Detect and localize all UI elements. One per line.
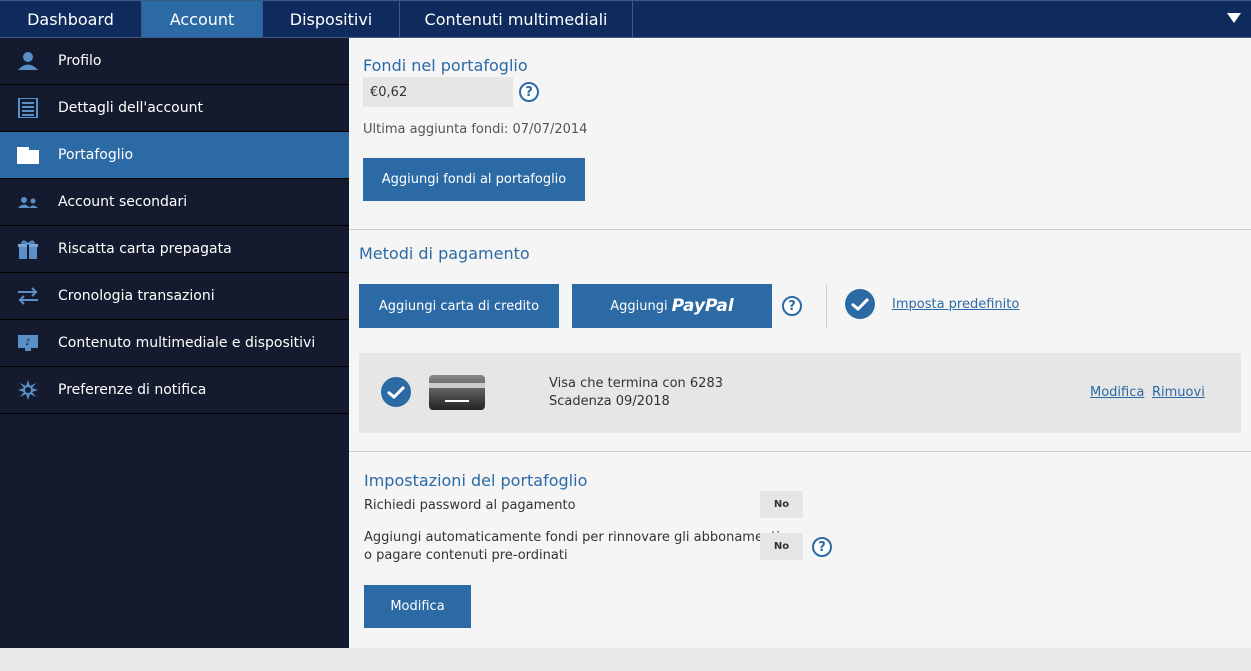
top-navigation: Dashboard Account Dispositivi Contenuti … bbox=[0, 0, 1251, 38]
help-icon[interactable]: ? bbox=[519, 82, 539, 102]
card-expiry: Scadenza 09/2018 bbox=[549, 394, 670, 409]
divider bbox=[826, 284, 827, 328]
sidebar-item-label: Preferenze di notifica bbox=[58, 382, 207, 398]
default-check-icon bbox=[845, 289, 875, 319]
sidebar-item-account-secondari[interactable]: Account secondari bbox=[0, 179, 349, 226]
sidebar-item-label: Dettagli dell'account bbox=[58, 100, 203, 116]
sidebar-item-label: Riscatta carta prepagata bbox=[58, 241, 232, 257]
help-icon[interactable]: ? bbox=[812, 537, 832, 557]
footer bbox=[0, 648, 1251, 671]
autofund-toggle[interactable]: No bbox=[760, 533, 803, 560]
sidebar-item-cronologia[interactable]: Cronologia transazioni bbox=[0, 273, 349, 320]
payment-title: Metodi di pagamento bbox=[359, 244, 530, 263]
divider bbox=[349, 229, 1251, 230]
users-icon bbox=[18, 197, 38, 208]
sidebar-item-profilo[interactable]: Profilo bbox=[0, 38, 349, 85]
edit-card-link[interactable]: Modifica bbox=[1090, 385, 1144, 400]
sidebar-item-label: Portafoglio bbox=[58, 147, 134, 163]
wallet-icon bbox=[17, 147, 39, 164]
wallet-title: Fondi nel portafoglio bbox=[363, 56, 528, 75]
transfer-icon bbox=[18, 287, 38, 305]
remove-card-link[interactable]: Rimuovi bbox=[1152, 385, 1205, 400]
password-setting-label: Richiedi password al pagamento bbox=[364, 498, 576, 513]
tab-dashboard[interactable]: Dashboard bbox=[0, 1, 142, 37]
document-icon bbox=[18, 98, 38, 118]
sidebar-item-riscatta[interactable]: Riscatta carta prepagata bbox=[0, 226, 349, 273]
tab-contenuti-multimediali[interactable]: Contenuti multimediali bbox=[400, 1, 633, 37]
media-icon: ♪ bbox=[18, 335, 38, 351]
autofund-setting-label: Aggiungi automaticamente fondi per rinno… bbox=[364, 530, 780, 545]
notification-icon bbox=[18, 380, 38, 400]
help-icon[interactable]: ? bbox=[782, 296, 802, 316]
svg-text:♪: ♪ bbox=[25, 338, 31, 348]
paypal-logo: PayPal bbox=[671, 296, 734, 316]
settings-title: Impostazioni del portafoglio bbox=[364, 471, 588, 490]
add-paypal-button[interactable]: Aggiungi PayPal bbox=[572, 284, 772, 328]
tab-dispositivi[interactable]: Dispositivi bbox=[263, 1, 400, 37]
wallet-balance: €0,62 bbox=[363, 77, 513, 107]
add-funds-button[interactable]: Aggiungi fondi al portafoglio bbox=[363, 158, 585, 201]
card-row: Visa che termina con 6283 Scadenza 09/20… bbox=[359, 353, 1241, 433]
sidebar-item-label: Account secondari bbox=[58, 194, 188, 210]
gift-icon bbox=[18, 240, 38, 259]
add-credit-card-button[interactable]: Aggiungi carta di credito bbox=[359, 284, 559, 328]
sidebar-item-label: Contenuto multimediale e dispositivi bbox=[58, 335, 316, 351]
sidebar-item-label: Cronologia transazioni bbox=[58, 288, 215, 304]
sidebar-item-label: Profilo bbox=[58, 53, 102, 69]
sidebar-item-preferenze[interactable]: Preferenze di notifica bbox=[0, 367, 349, 414]
main-content: Fondi nel portafoglio €0,62 ? Ultima agg… bbox=[349, 38, 1251, 648]
sidebar-item-contenuto[interactable]: ♪ Contenuto multimediale e dispositivi bbox=[0, 320, 349, 367]
selected-check-icon[interactable] bbox=[381, 377, 411, 407]
credit-card-icon bbox=[429, 375, 485, 410]
sidebar-item-dettagli[interactable]: Dettagli dell'account bbox=[0, 85, 349, 132]
last-added-text: Ultima aggiunta fondi: 07/07/2014 bbox=[363, 122, 588, 137]
add-paypal-label: Aggiungi bbox=[610, 298, 668, 314]
password-toggle[interactable]: No bbox=[760, 491, 803, 518]
sidebar-item-portafoglio[interactable]: Portafoglio bbox=[0, 132, 349, 179]
user-icon bbox=[18, 52, 38, 70]
tab-account[interactable]: Account bbox=[142, 1, 263, 37]
sidebar: Profilo Dettagli dell'account Portafogli… bbox=[0, 38, 349, 648]
divider bbox=[349, 451, 1251, 452]
edit-settings-button[interactable]: Modifica bbox=[364, 585, 471, 628]
set-default-link[interactable]: Imposta predefinito bbox=[892, 297, 1019, 312]
card-description: Visa che termina con 6283 bbox=[549, 376, 723, 391]
chevron-down-icon[interactable] bbox=[1227, 13, 1241, 23]
autofund-setting-label-2: o pagare contenuti pre-ordinati bbox=[364, 548, 568, 563]
